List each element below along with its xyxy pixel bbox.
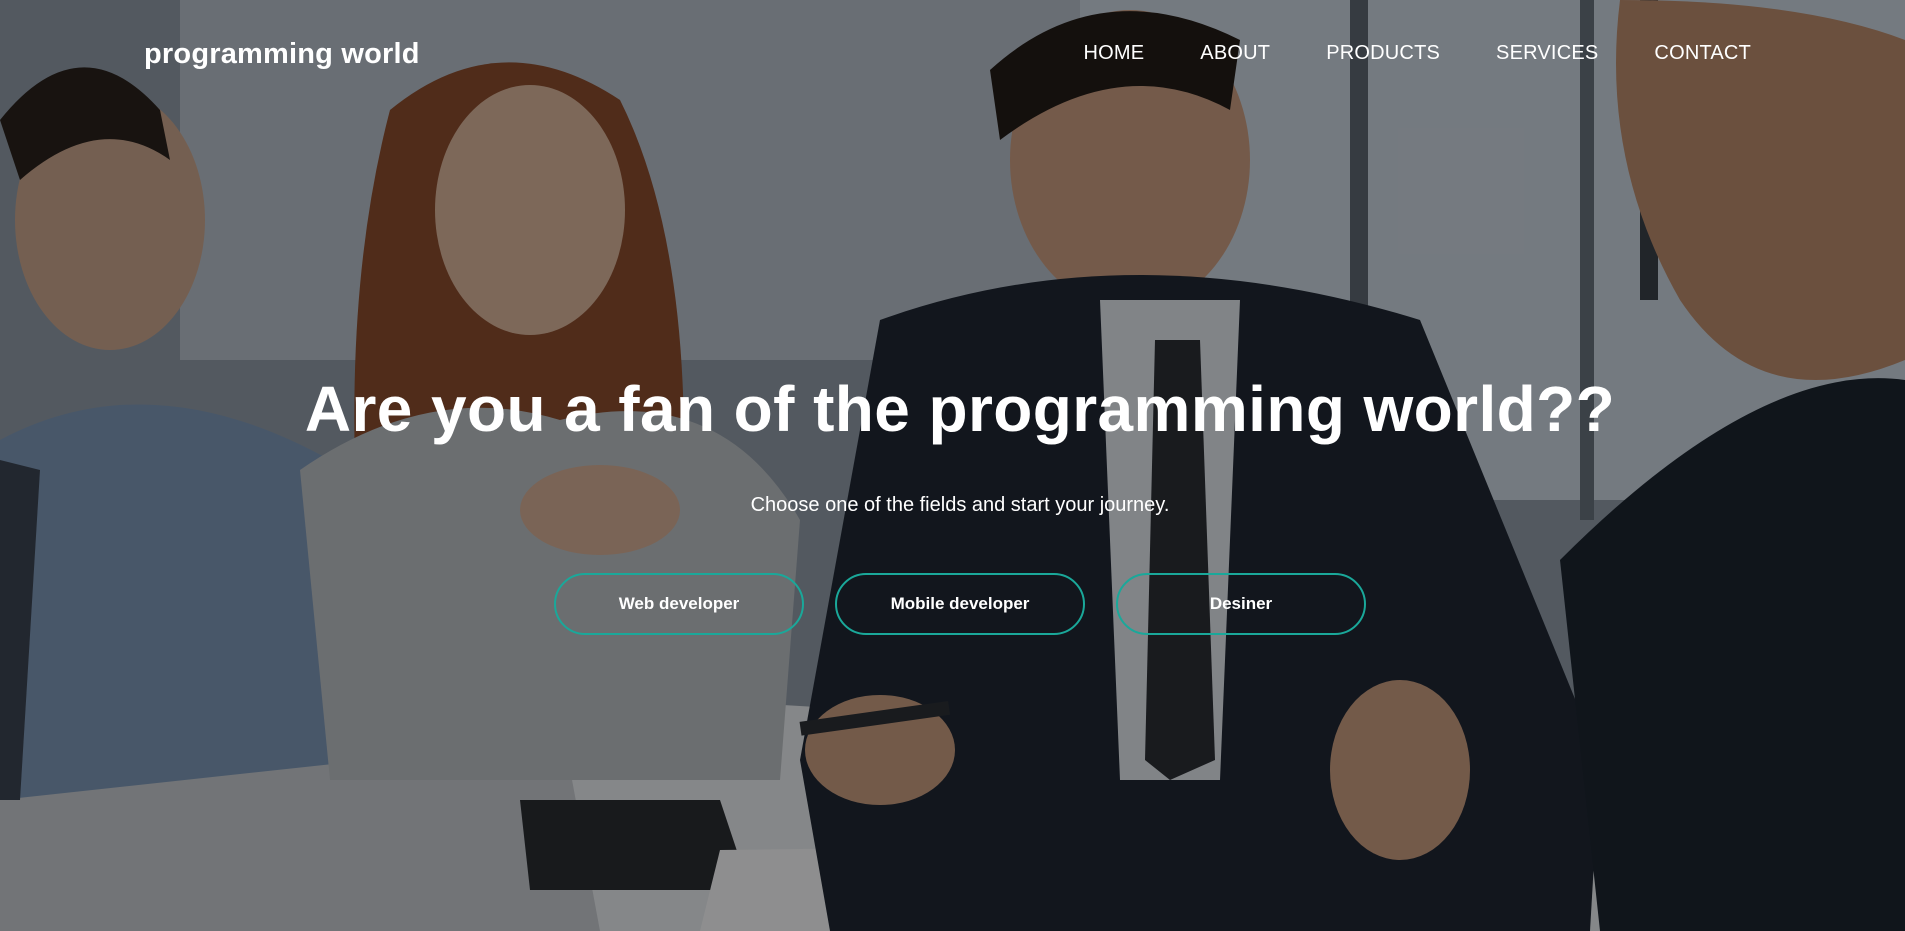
hero-headline: Are you a fan of the programming world??	[304, 373, 1616, 445]
navbar: programming world HOME ABOUT PRODUCTS SE…	[0, 0, 1905, 110]
nav-link-services[interactable]: SERVICES	[1496, 42, 1598, 64]
nav-item-contact: CONTACT	[1654, 42, 1751, 65]
nav-item-services: SERVICES	[1496, 42, 1598, 65]
web-developer-button[interactable]: Web developer	[554, 573, 804, 635]
brand-logo[interactable]: programming world	[144, 38, 420, 71]
nav-item-about: ABOUT	[1200, 42, 1270, 65]
field-buttons: Web developer Mobile developer Desiner	[554, 573, 1397, 635]
designer-button[interactable]: Desiner	[1116, 573, 1366, 635]
mobile-developer-button[interactable]: Mobile developer	[835, 573, 1085, 635]
nav-menu: HOME ABOUT PRODUCTS SERVICES CONTACT	[1027, 42, 1751, 65]
nav-link-home[interactable]: HOME	[1083, 42, 1144, 64]
hero-subtitle: Choose one of the fields and start your …	[750, 494, 1170, 516]
dark-overlay	[0, 0, 1905, 931]
nav-link-about[interactable]: ABOUT	[1200, 42, 1270, 64]
nav-link-contact[interactable]: CONTACT	[1654, 42, 1751, 64]
nav-item-products: PRODUCTS	[1326, 42, 1440, 65]
hero-section: programming world HOME ABOUT PRODUCTS SE…	[0, 0, 1905, 931]
nav-link-products[interactable]: PRODUCTS	[1326, 42, 1440, 64]
nav-item-home: HOME	[1083, 42, 1144, 65]
